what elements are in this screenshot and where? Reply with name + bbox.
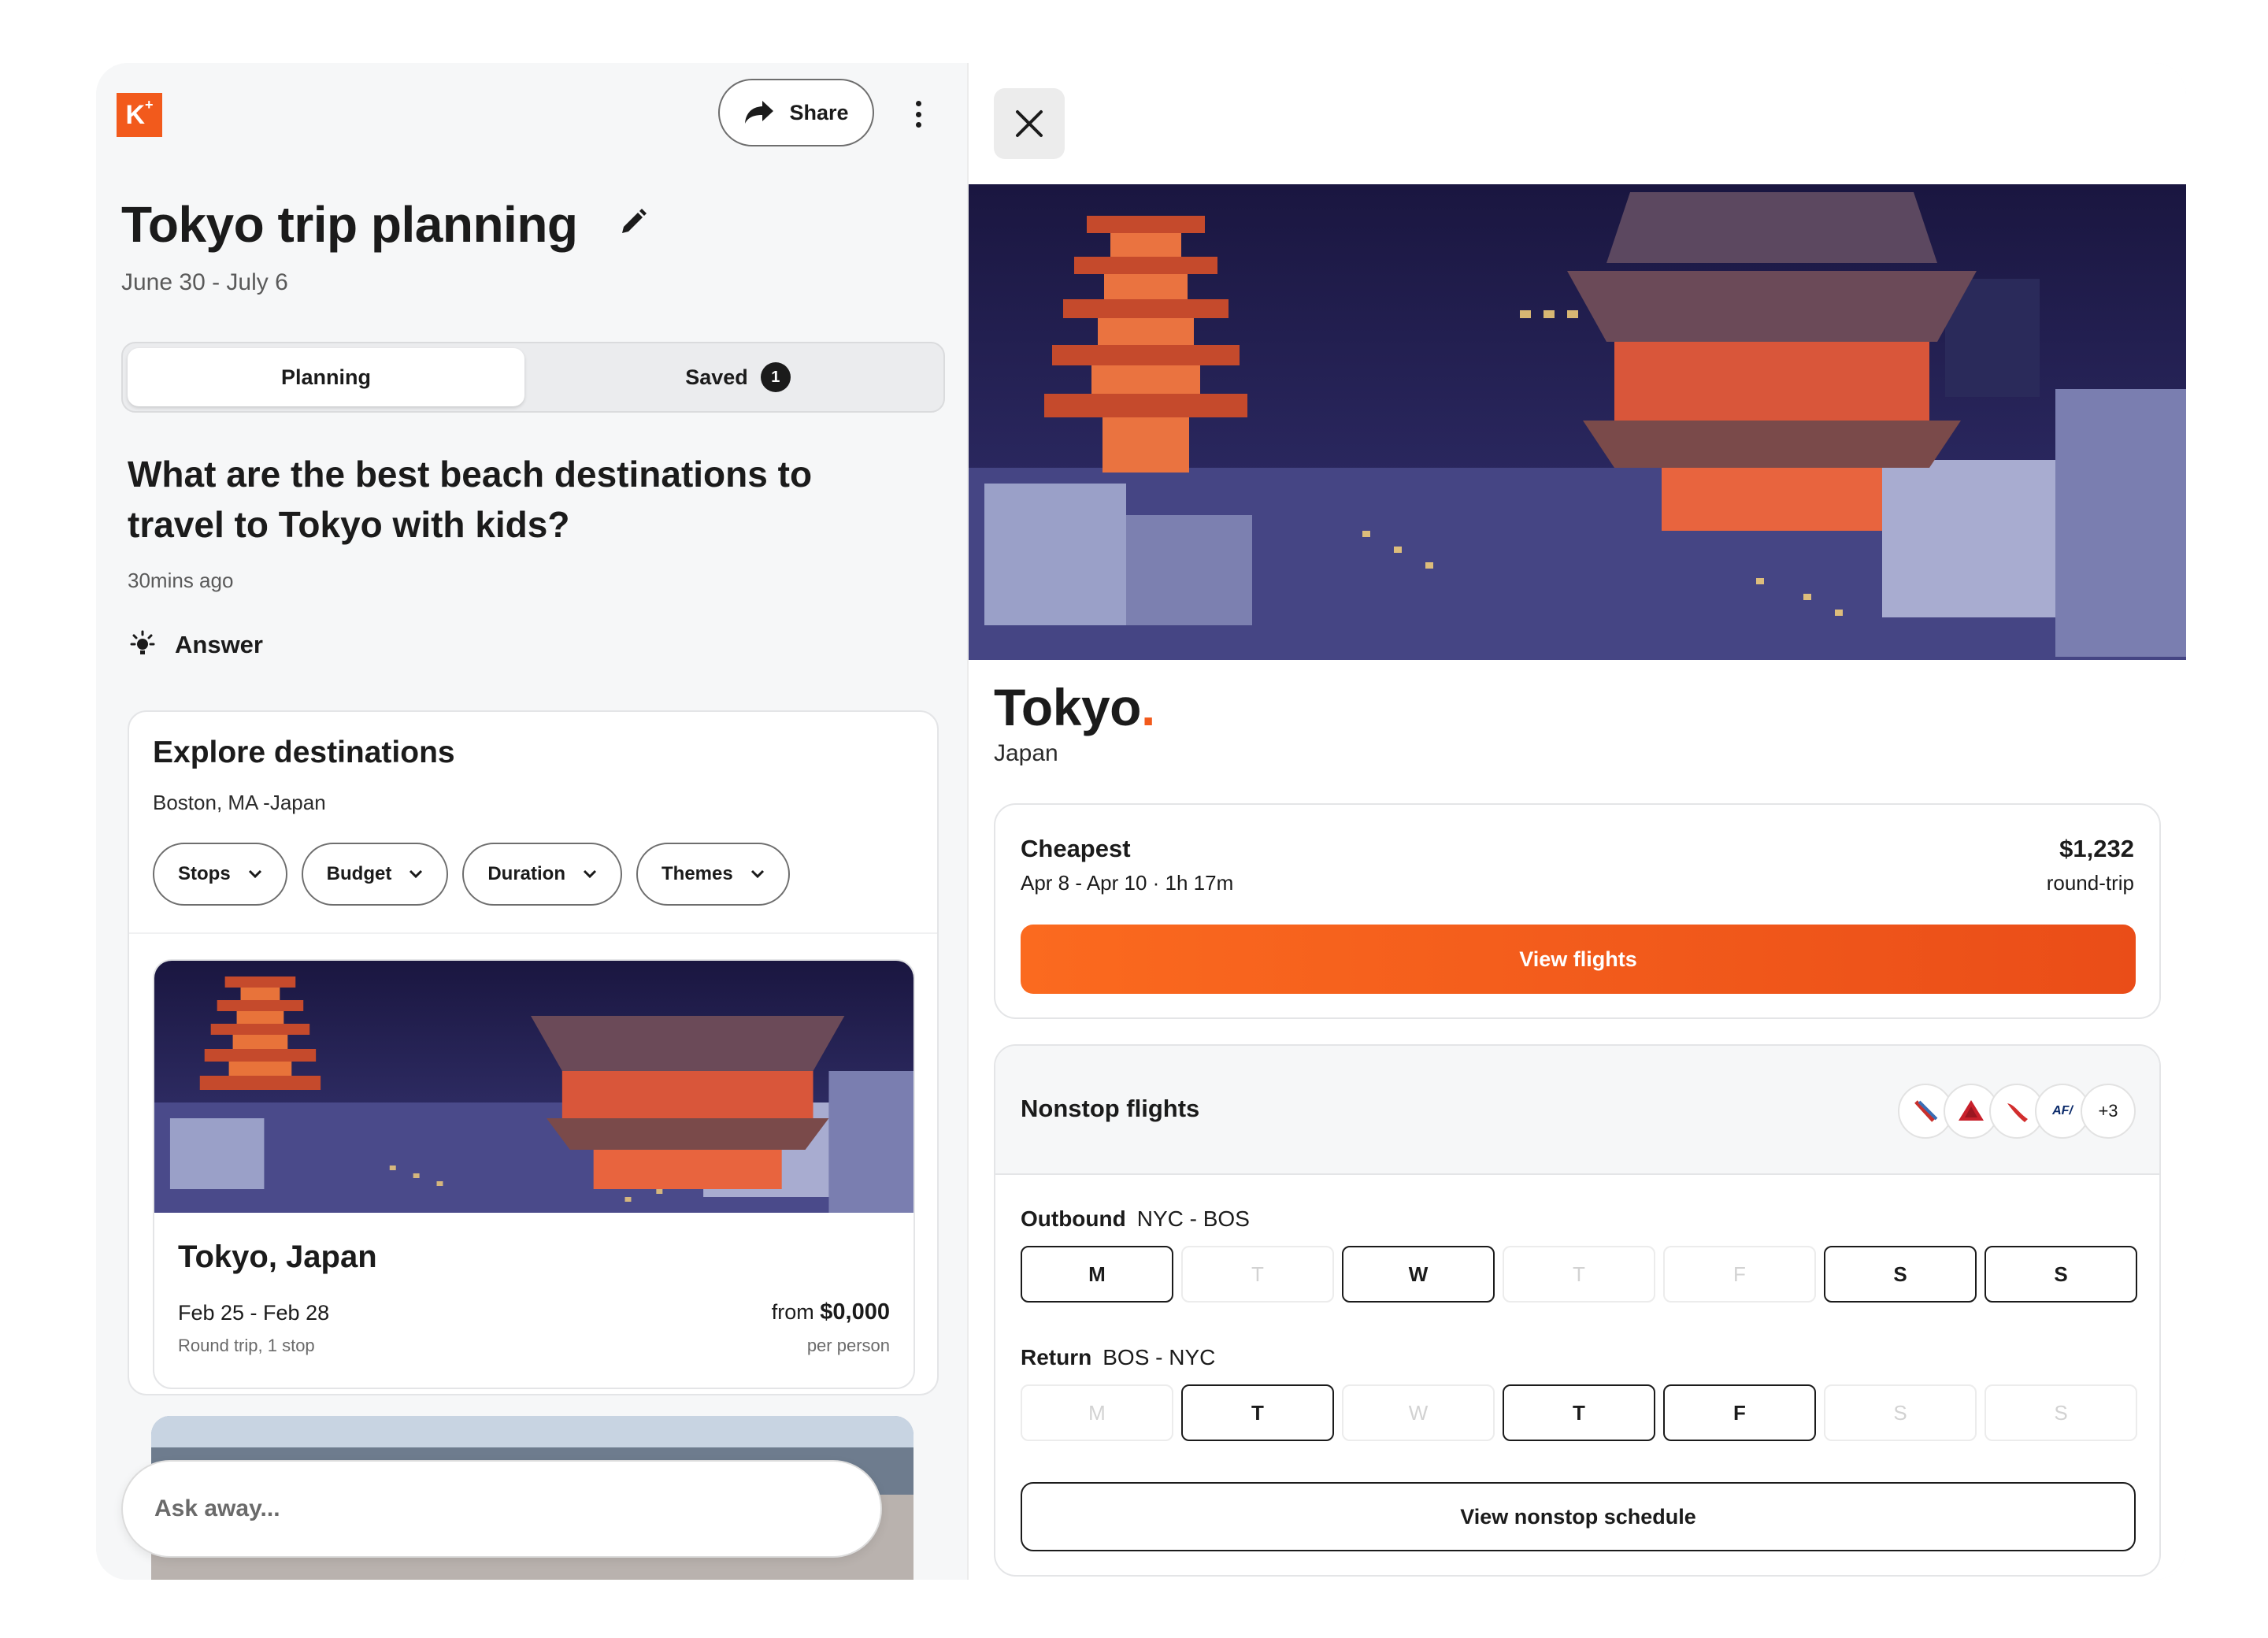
country-name: Japan [994,740,1058,766]
destination-price-note: per person [806,1336,890,1355]
outbound-day-fri: F [1663,1246,1816,1303]
nonstop-flights-card: Nonstop flights AF/ +3 Outbound NYC - BOS [994,1044,2161,1577]
outbound-day-tue: T [1181,1246,1334,1303]
view-flights-button[interactable]: View flights [1021,925,2136,994]
return-day-mon: M [1021,1384,1173,1441]
user-question: What are the best beach destinations to … [128,454,813,545]
divider [129,932,937,934]
chevron-down-icon [750,869,764,879]
city-name: Tokyo. [994,678,1155,736]
trip-title: Tokyo trip planning [121,196,578,253]
filter-duration[interactable]: Duration [462,843,622,906]
question-timestamp: 30mins ago [128,569,234,592]
explore-route: Boston, MA -Japan [153,791,326,814]
destination-dates: Feb 25 - Feb 28 [178,1301,330,1325]
edit-pencil-icon[interactable] [617,206,649,238]
destination-name: Tokyo, Japan [178,1240,377,1274]
destination-card[interactable]: Tokyo, Japan Feb 25 - Feb 28 Round trip,… [153,959,915,1389]
filter-themes[interactable]: Themes [636,843,790,906]
cheapest-flight-card: Cheapest Apr 8 - Apr 10 · 1h 17m $1,232 … [994,803,2161,1019]
return-days: M T W T F S S [1021,1384,2137,1441]
tab-saved[interactable]: Saved 1 [534,348,942,406]
nonstop-title: Nonstop flights [1021,1095,1200,1122]
outbound-days: M T W T F S S [1021,1246,2137,1303]
app-window: K+ Share Tokyo trip planning June 30 - J… [96,63,2186,1580]
lightbulb-icon [130,630,155,654]
outbound-day-sun[interactable]: S [1984,1246,2137,1303]
view-nonstop-schedule-button[interactable]: View nonstop schedule [1021,1482,2136,1551]
filter-stops[interactable]: Stops [153,843,287,906]
chevron-down-icon [410,869,423,879]
kayak-logo[interactable]: K+ [117,93,162,137]
cheapest-price: $1,232 [2059,835,2134,862]
close-icon [1016,110,1043,137]
return-day-thu[interactable]: T [1503,1384,1655,1441]
return-day-wed: W [1342,1384,1495,1441]
outbound-day-thu: T [1503,1246,1655,1303]
return-label: Return BOS - NYC [1021,1345,1216,1369]
answer-heading: Answer [128,630,263,660]
airline-logos: AF/ +3 [1898,1084,2136,1139]
return-day-sun: S [1984,1384,2137,1441]
destination-trip-type: Round trip, 1 stop [178,1336,315,1355]
tab-planning[interactable]: Planning [128,348,524,406]
nonstop-header: Nonstop flights AF/ +3 [995,1046,2159,1175]
outbound-label: Outbound NYC - BOS [1021,1206,1250,1231]
tokyo-hero-photo [969,184,2186,660]
chevron-down-icon [248,869,261,879]
outbound-day-mon[interactable]: M [1021,1246,1173,1303]
chevron-down-icon [583,869,597,879]
return-day-sat: S [1824,1384,1977,1441]
tokyo-temple-photo [154,961,914,1213]
cheapest-dates: Apr 8 - Apr 10 · 1h 17m [1021,871,1234,895]
outbound-day-sat[interactable]: S [1824,1246,1977,1303]
share-arrow-icon [745,101,774,124]
saved-count-badge: 1 [760,362,791,392]
share-button[interactable]: Share [718,79,874,146]
tab-switcher: Planning Saved 1 [121,342,945,413]
ask-input[interactable]: Ask away... [121,1460,882,1558]
explore-title: Explore destinations [153,736,455,769]
cheapest-trip-type: round-trip [2046,871,2134,895]
close-button[interactable] [994,88,1065,159]
filter-chips: Stops Budget Duration Themes [153,843,790,906]
return-day-fri[interactable]: F [1663,1384,1816,1441]
return-day-tue[interactable]: T [1181,1384,1334,1441]
more-airlines-count: +3 [2081,1084,2136,1139]
trip-dates: June 30 - July 6 [121,269,288,295]
explore-destinations-card: Explore destinations Boston, MA -Japan S… [128,710,939,1395]
outbound-day-wed[interactable]: W [1342,1246,1495,1303]
more-options-icon[interactable] [907,96,929,132]
destination-detail-panel: Tokyo. Japan Cheapest Apr 8 - Apr 10 · 1… [969,63,2186,1580]
filter-budget[interactable]: Budget [301,843,449,906]
chat-panel: K+ Share Tokyo trip planning June 30 - J… [96,63,967,1580]
cheapest-label: Cheapest [1021,835,1131,862]
share-label: Share [789,100,849,124]
destination-price: from $0,000 [771,1299,890,1325]
